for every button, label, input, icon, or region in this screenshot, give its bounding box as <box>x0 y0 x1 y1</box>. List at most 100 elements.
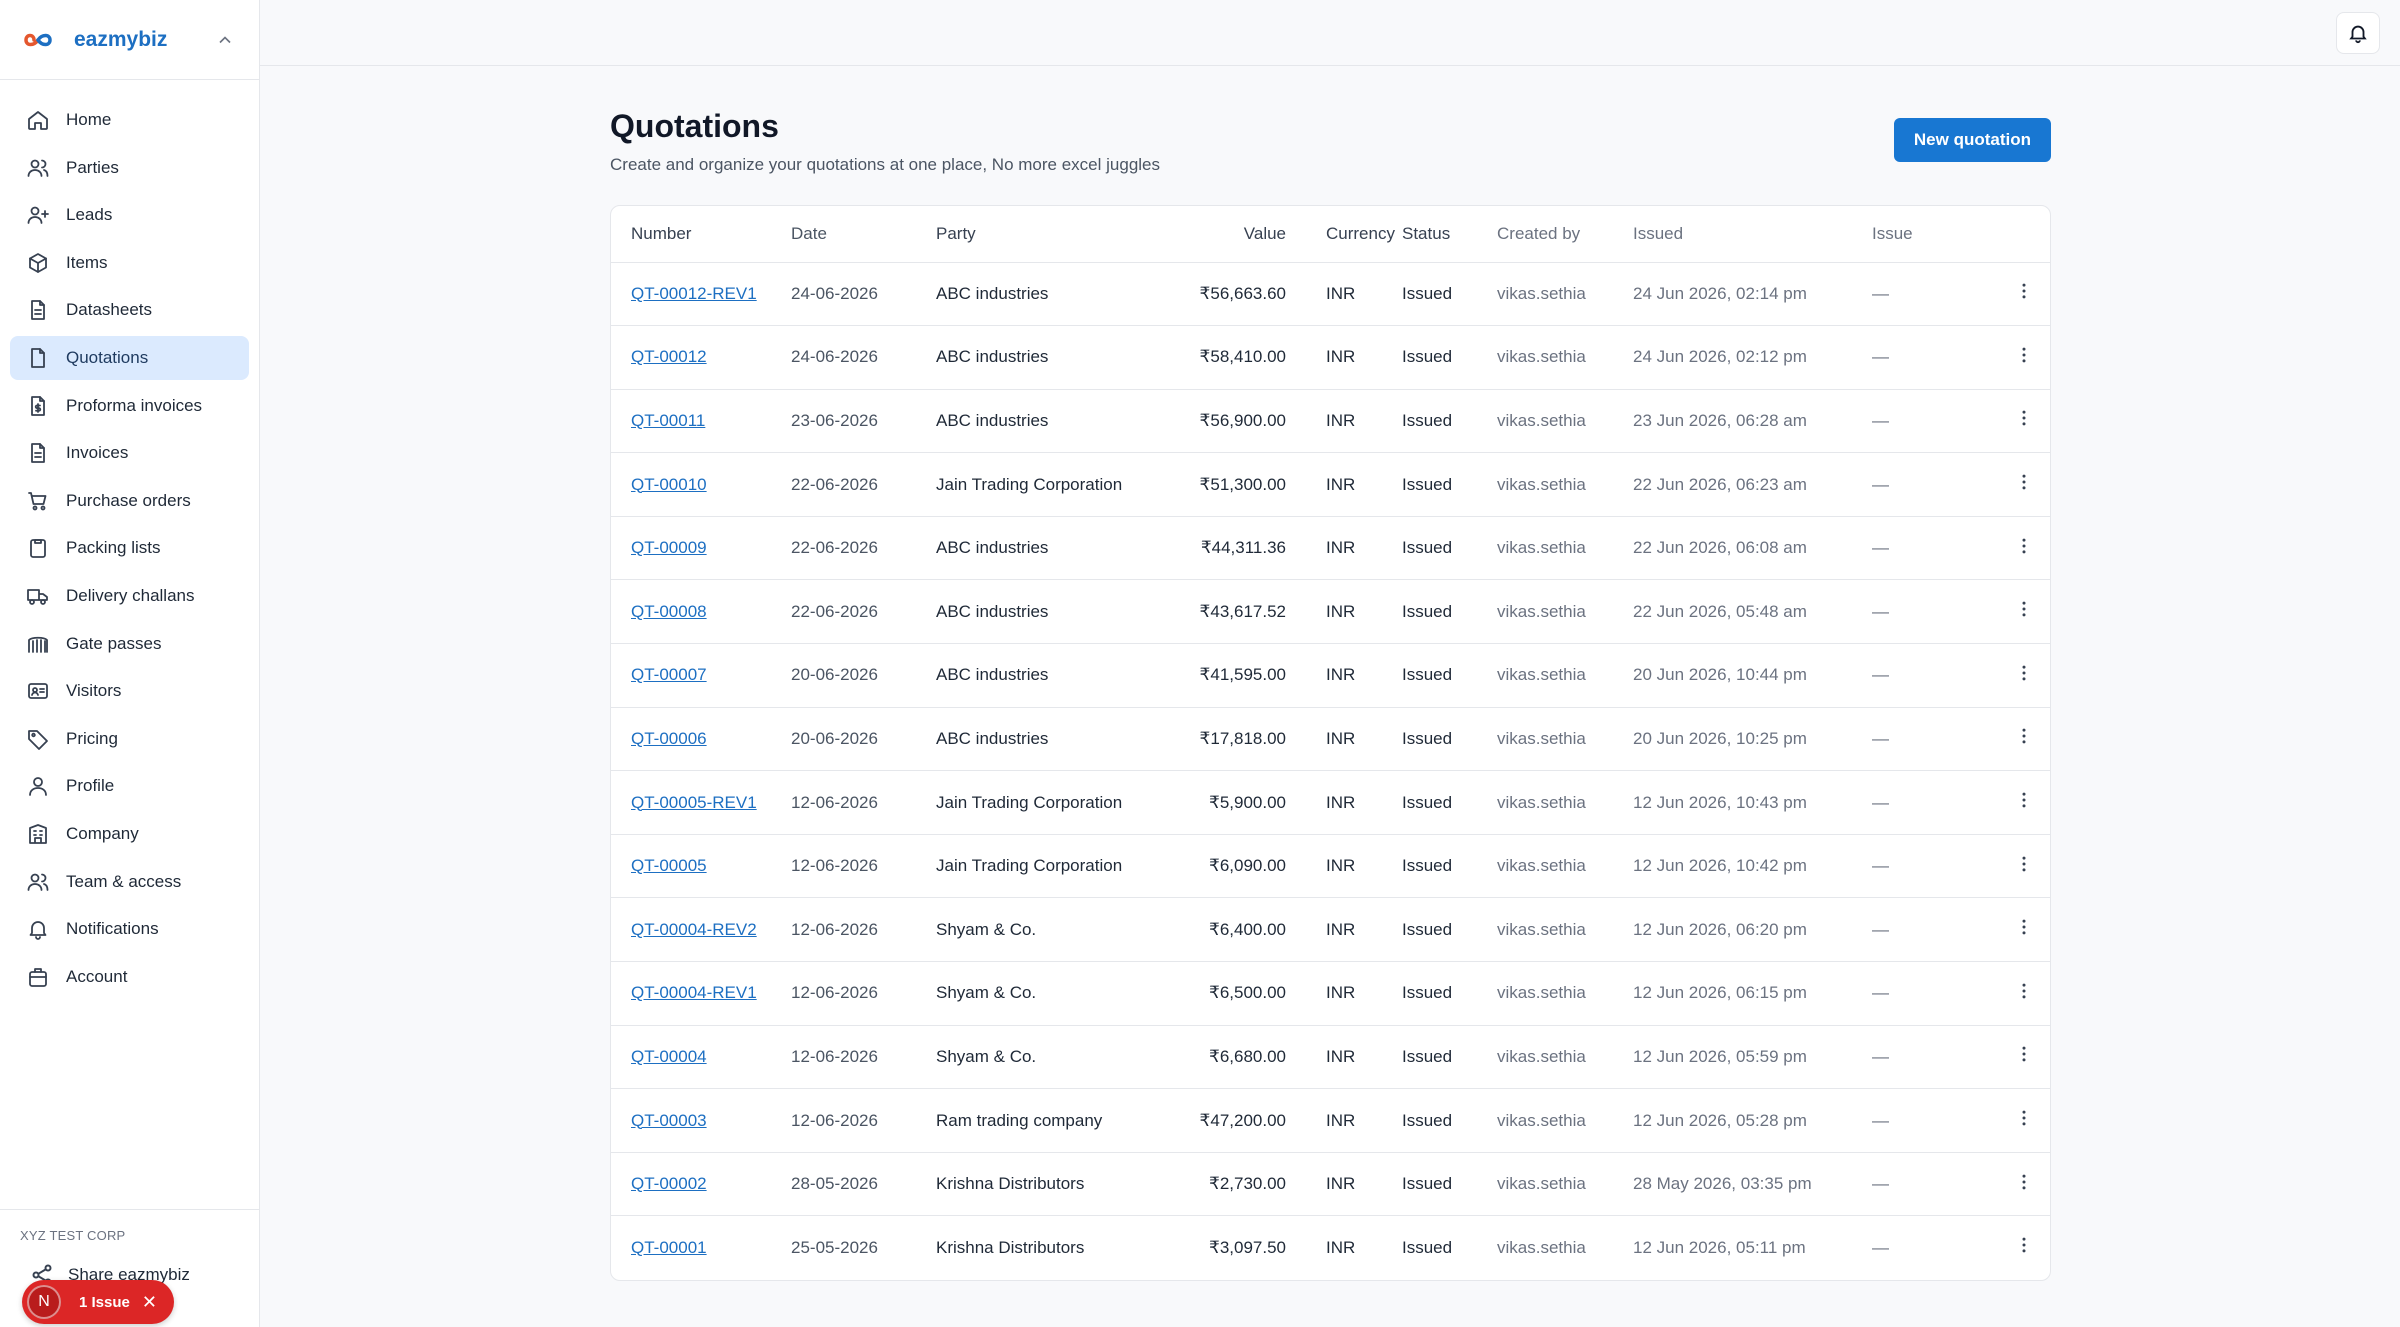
users-icon <box>26 156 50 180</box>
quotation-number-link[interactable]: QT-00009 <box>631 538 707 557</box>
table-row[interactable]: QT-00011 23-06-2026 ABC industries ₹56,900.… <box>611 389 2050 454</box>
cell-status: Issued <box>1402 1046 1453 1066</box>
table-cell-party: ABC industries <box>936 643 1166 708</box>
column-header-value[interactable]: Value <box>1166 206 1286 263</box>
more-vertical-icon[interactable] <box>2014 917 2034 937</box>
cell-value: ₹56,900.00 <box>1199 410 1286 430</box>
more-vertical-icon[interactable] <box>2014 1235 2034 1255</box>
cell-issued: 12 Jun 2026, 05:28 pm <box>1633 1110 1807 1130</box>
table-row[interactable]: QT-00009 22-06-2026 ABC industries ₹44,311.… <box>611 516 2050 581</box>
more-vertical-icon[interactable] <box>2014 1172 2034 1192</box>
quotation-number-link[interactable]: QT-00011 <box>631 411 705 430</box>
quotation-number-link[interactable]: QT-00012 <box>631 347 707 366</box>
table-row[interactable]: QT-00005 12-06-2026 Jain Trading Corporati… <box>611 834 2050 899</box>
column-header-created-by[interactable]: Created by <box>1497 206 1633 263</box>
sidebar-item-quotations[interactable]: Quotations <box>10 335 249 380</box>
more-vertical-icon[interactable] <box>2014 726 2034 746</box>
table-cell-actions <box>1972 643 2050 708</box>
sidebar-item-profile[interactable]: Profile <box>10 764 249 808</box>
table-cell-actions <box>1972 707 2050 772</box>
sidebar-item-home[interactable]: Home <box>10 98 249 142</box>
table-row[interactable]: QT-00012 24-06-2026 ABC industries ₹58,410.… <box>611 325 2050 390</box>
chevron-up-icon[interactable] <box>215 30 235 50</box>
quotation-number-link[interactable]: QT-00004-REV2 <box>631 920 757 939</box>
sidebar: eazmybiz Home Parties Leads Items Datasheets… <box>0 0 260 1327</box>
table-row[interactable]: QT-00010 22-06-2026 Jain Trading Corporati… <box>611 452 2050 517</box>
more-vertical-icon[interactable] <box>2014 408 2034 428</box>
page-subtitle: Create and organize your quotations at o… <box>610 155 1161 174</box>
table-row[interactable]: QT-00005-REV1 12-06-2026 Jain Trading Corp… <box>611 770 2050 835</box>
cell-value: ₹6,090.00 <box>1209 856 1286 876</box>
sidebar-item-account[interactable]: Account <box>10 955 249 999</box>
quotation-number-link[interactable]: QT-00008 <box>631 602 707 621</box>
cell-issued: 20 Jun 2026, 10:44 pm <box>1633 665 1807 685</box>
sidebar-item-pricing[interactable]: Pricing <box>10 717 249 761</box>
quotation-number-link[interactable]: QT-00004-REV1 <box>631 983 757 1002</box>
sidebar-item-parties[interactable]: Parties <box>10 146 249 190</box>
sidebar-item-gate-passes[interactable]: Gate passes <box>10 622 249 666</box>
cell-issued: 12 Jun 2026, 05:59 pm <box>1633 1046 1807 1066</box>
brand-header[interactable]: eazmybiz <box>0 0 259 80</box>
quotation-number-link[interactable]: QT-00010 <box>631 475 707 494</box>
quotation-number-link[interactable]: QT-00005-REV1 <box>631 793 757 812</box>
table-row[interactable]: QT-00006 20-06-2026 ABC industries ₹17,818.… <box>611 707 2050 772</box>
sidebar-item-notifications[interactable]: Notifications <box>10 907 249 951</box>
sidebar-item-leads[interactable]: Leads <box>10 193 249 237</box>
sidebar-item-team-access[interactable]: Team & access <box>10 860 249 904</box>
sidebar-item-label: Account <box>66 966 128 986</box>
more-vertical-icon[interactable] <box>2014 1044 2034 1064</box>
sidebar-item-invoices[interactable]: Invoices <box>10 431 249 475</box>
table-row[interactable]: QT-00007 20-06-2026 ABC industries ₹41,595.… <box>611 643 2050 708</box>
quotation-number-link[interactable]: QT-00001 <box>631 1238 707 1257</box>
issues-badge[interactable]: N 1 Issue ✕ <box>22 1280 174 1324</box>
sidebar-item-purchase-orders[interactable]: Purchase orders <box>10 479 249 523</box>
more-vertical-icon[interactable] <box>2014 981 2034 1001</box>
sidebar-item-delivery-challans[interactable]: Delivery challans <box>10 574 249 618</box>
table-row[interactable]: QT-00012-REV1 24-06-2026 ABC industries ₹56… <box>611 262 2050 327</box>
new-quotation-button[interactable]: New quotation <box>1893 118 2051 162</box>
sidebar-item-visitors[interactable]: Visitors <box>10 669 249 713</box>
more-vertical-icon[interactable] <box>2014 663 2034 683</box>
more-vertical-icon[interactable] <box>2014 536 2034 556</box>
column-header-issued[interactable]: Issued <box>1633 206 1872 263</box>
more-vertical-icon[interactable] <box>2014 854 2034 874</box>
table-row[interactable]: QT-00008 22-06-2026 ABC industries ₹43,617.… <box>611 579 2050 645</box>
column-header-date[interactable]: Date <box>791 206 936 263</box>
more-vertical-icon[interactable] <box>2014 1108 2034 1128</box>
quotation-number-link[interactable]: QT-00002 <box>631 1174 707 1193</box>
table-row[interactable]: QT-00004 12-06-2026 Shyam & Co. ₹6,680.00 IN… <box>611 1025 2050 1090</box>
table-cell-issued: 12 Jun 2026, 05:28 pm <box>1633 1088 1872 1153</box>
table-row[interactable]: QT-00004-REV1 12-06-2026 Shyam & Co. ₹6,500… <box>611 961 2050 1026</box>
more-vertical-icon[interactable] <box>2014 472 2034 492</box>
quotation-number-link[interactable]: QT-00007 <box>631 665 707 684</box>
table-row[interactable]: QT-00003 12-06-2026 Ram trading company ₹47… <box>611 1088 2050 1153</box>
table-cell-date: 22-06-2026 <box>791 516 936 581</box>
quotation-number-link[interactable]: QT-00012-REV1 <box>631 284 757 303</box>
more-vertical-icon[interactable] <box>2014 790 2034 810</box>
table-cell-date: 20-06-2026 <box>791 707 936 772</box>
sidebar-item-items[interactable]: Items <box>10 241 249 285</box>
more-vertical-icon[interactable] <box>2014 281 2034 301</box>
close-icon[interactable]: ✕ <box>142 1292 157 1313</box>
column-header-issue[interactable]: Issue <box>1872 206 1972 263</box>
table-row[interactable]: QT-00004-REV2 12-06-2026 Shyam & Co. ₹6,400… <box>611 897 2050 963</box>
cell-created-by: vikas.sethia <box>1497 792 1586 812</box>
quotation-number-link[interactable]: QT-00003 <box>631 1111 707 1130</box>
column-header-currency[interactable]: Currency <box>1286 206 1402 263</box>
quotation-number-link[interactable]: QT-00004 <box>631 1047 707 1066</box>
more-vertical-icon[interactable] <box>2014 599 2034 619</box>
quotation-number-link[interactable]: QT-00005 <box>631 856 707 875</box>
column-header-number[interactable]: Number <box>611 206 791 263</box>
sidebar-item-proforma-invoices[interactable]: Proforma invoices <box>10 384 249 428</box>
table-row[interactable]: QT-00001 25-05-2026 Krishna Distributors ₹3… <box>611 1216 2050 1280</box>
sidebar-item-datasheets[interactable]: Datasheets <box>10 288 249 332</box>
table-row[interactable]: QT-00002 28-05-2026 Krishna Distributors ₹2… <box>611 1152 2050 1217</box>
column-header-status[interactable]: Status <box>1402 206 1497 263</box>
quotation-number-link[interactable]: QT-00006 <box>631 729 707 748</box>
table-cell-party: ABC industries <box>936 516 1166 581</box>
column-header-party[interactable]: Party <box>936 206 1166 263</box>
sidebar-item-packing-lists[interactable]: Packing lists <box>10 526 249 570</box>
sidebar-item-company[interactable]: Company <box>10 812 249 856</box>
notifications-button[interactable] <box>2336 12 2380 54</box>
more-vertical-icon[interactable] <box>2014 345 2034 365</box>
